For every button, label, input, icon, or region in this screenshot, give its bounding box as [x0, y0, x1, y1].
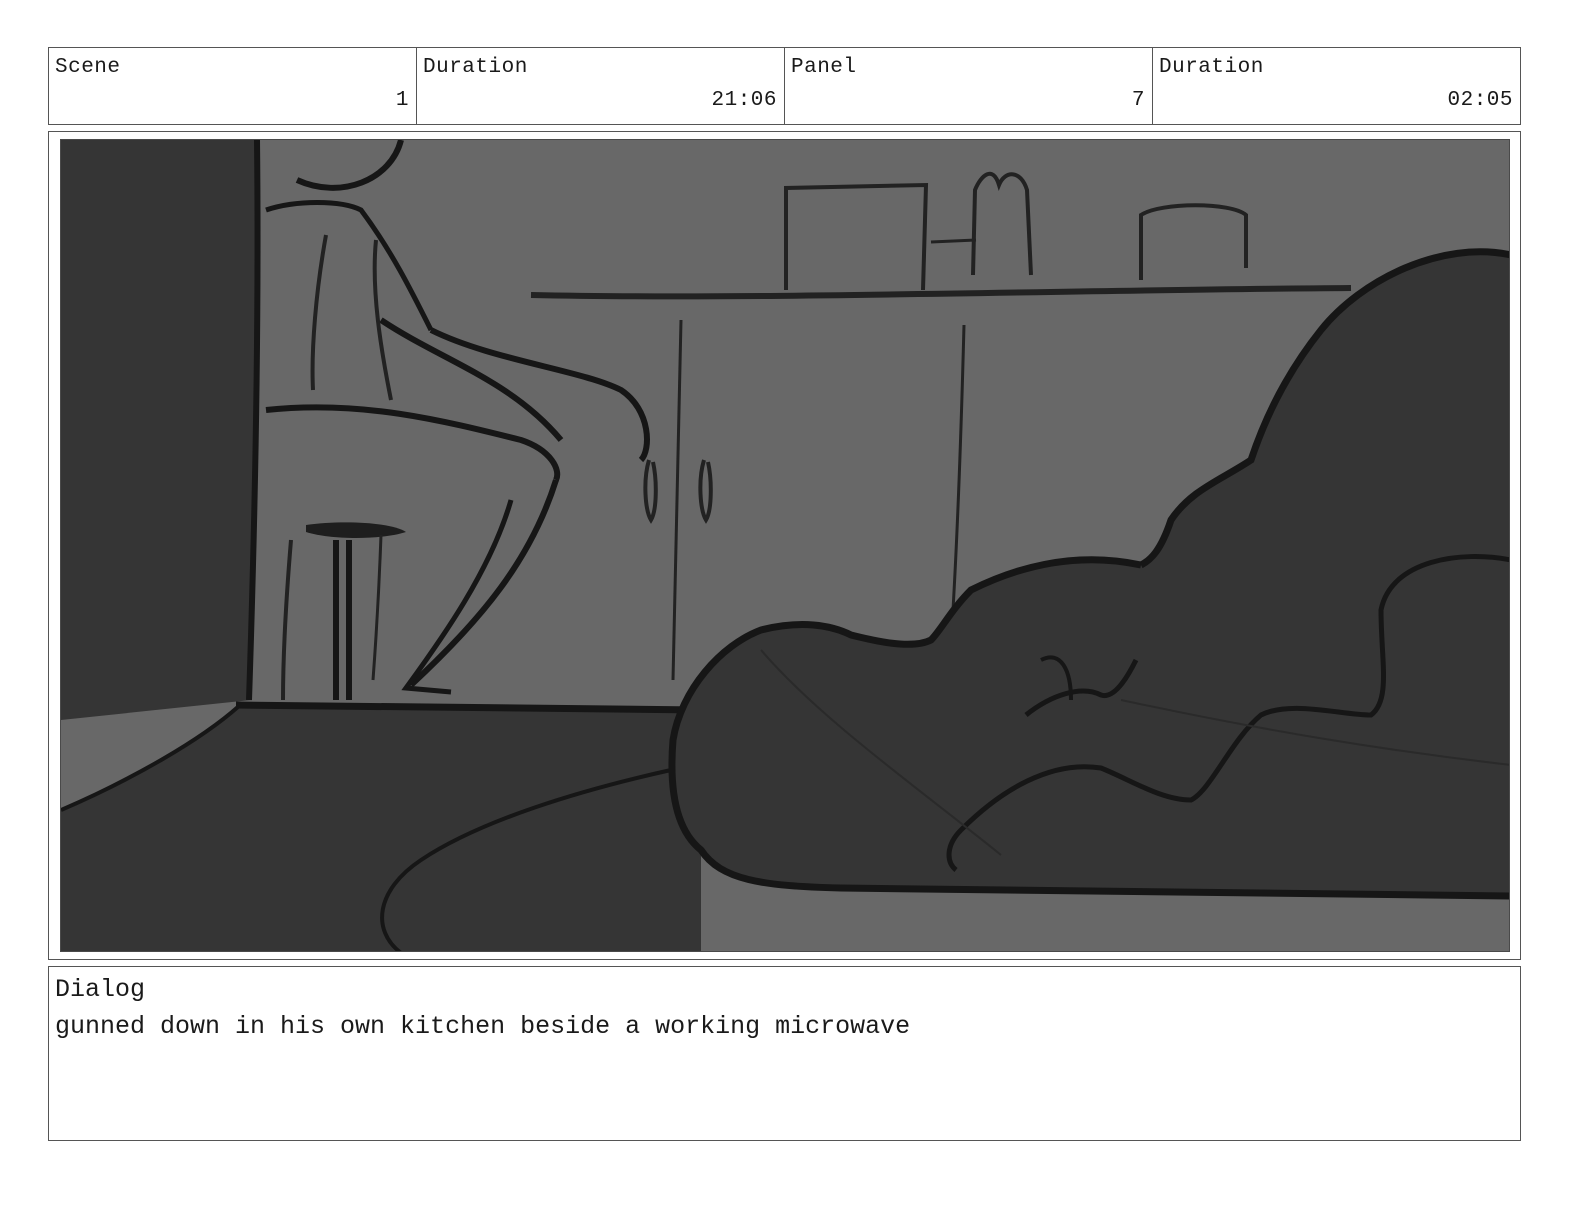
- panel-label: Panel: [791, 56, 857, 79]
- panel-cell: Panel 7: [785, 48, 1153, 124]
- panel-frame: [48, 131, 1521, 960]
- storyboard-sketch: [60, 139, 1510, 952]
- scene-duration-cell: Duration 21:06: [417, 48, 785, 124]
- scene-label: Scene: [55, 56, 121, 79]
- panel-number: 7: [1131, 89, 1145, 112]
- sketch-drawing: [61, 140, 1509, 951]
- scene-cell: Scene 1: [49, 48, 417, 124]
- panel-duration-cell: Duration 02:05: [1153, 48, 1520, 124]
- panel-duration-value: 02:05: [1447, 89, 1513, 112]
- panel-duration-label: Duration: [1159, 56, 1264, 79]
- storyboard-header: Scene 1 Duration 21:06 Panel 7 Duration …: [48, 47, 1521, 125]
- dialog-box: Dialog gunned down in his own kitchen be…: [48, 966, 1521, 1141]
- scene-duration-value: 21:06: [711, 89, 777, 112]
- scene-number: 1: [395, 89, 409, 112]
- dialog-text: gunned down in his own kitchen beside a …: [55, 1012, 911, 1041]
- scene-duration-label: Duration: [423, 56, 528, 79]
- dialog-label: Dialog: [55, 975, 146, 1004]
